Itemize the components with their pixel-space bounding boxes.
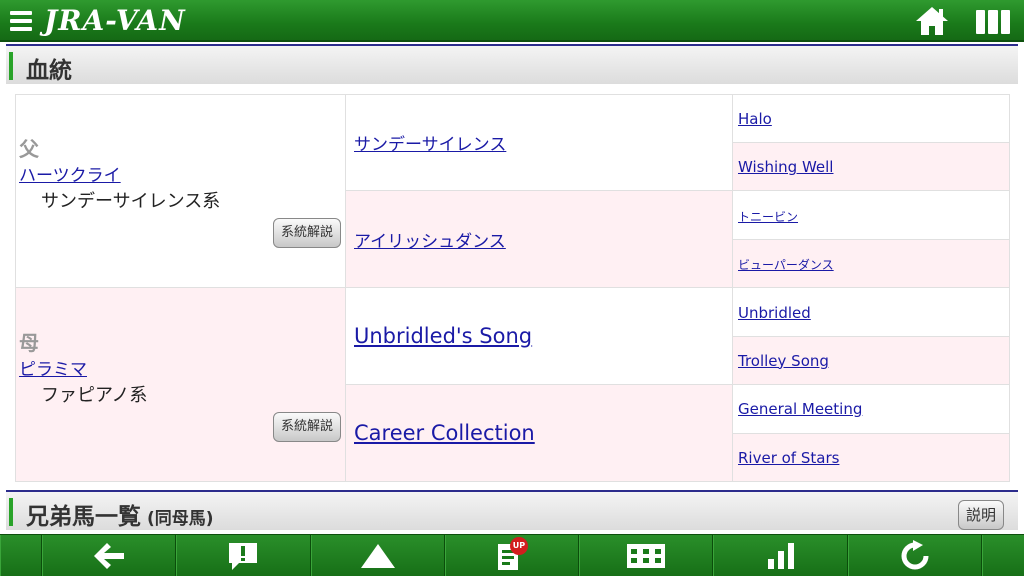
dam-dam-dam-link[interactable]: River of Stars: [738, 449, 839, 467]
chart-button[interactable]: [713, 535, 848, 576]
dam-line-text: ファピアノ系: [41, 384, 148, 406]
gen3-cell: トニービン: [732, 190, 1010, 241]
sire-dam-sire-link[interactable]: トニービン: [738, 210, 798, 224]
bottom-toolbar: UP: [0, 534, 1024, 576]
sire-relation-label: 父: [19, 137, 39, 162]
siblings-section-header: 兄弟馬一覧 (同母馬): [6, 490, 1018, 530]
sire-sire-sire-link[interactable]: Halo: [738, 110, 772, 128]
sire-name-link[interactable]: ハーツクライ: [19, 161, 121, 186]
sire-dam-dam-link[interactable]: ビューパーダンス: [738, 258, 834, 272]
pedigree-table: 父 ハーツクライ サンデーサイレンス系 系統解説 サンデーサイレンス Halo …: [15, 93, 1010, 483]
dam-sire-dam-link[interactable]: Trolley Song: [738, 352, 829, 370]
course-button[interactable]: [310, 535, 445, 576]
section-accent-bar: [9, 498, 13, 526]
section-accent-bar: [9, 52, 13, 80]
gen3-cell: Wishing Well: [732, 142, 1010, 192]
gen3-cell: River of Stars: [732, 432, 1010, 483]
sire-sire-link[interactable]: サンデーサイレンス: [354, 135, 506, 155]
pedigree-section-header: 血統: [6, 44, 1018, 84]
schedule-icon: [627, 543, 666, 568]
sire-sire-cell: サンデーサイレンス: [345, 93, 733, 192]
back-button[interactable]: [42, 535, 177, 576]
siblings-explain-button[interactable]: 説明: [958, 500, 1004, 530]
home-icon[interactable]: [914, 5, 950, 37]
back-arrow-icon: [94, 542, 125, 569]
dam-sire-cell: Unbridled's Song: [345, 287, 733, 385]
gen3-cell: Unbridled: [732, 287, 1010, 337]
dam-relation-label: 母: [19, 330, 39, 355]
siblings-title-text: 兄弟馬一覧: [26, 504, 141, 530]
sire-dam-cell: アイリッシュダンス: [345, 190, 733, 289]
toolbar-spacer: [0, 535, 42, 576]
sire-dam-link[interactable]: アイリッシュダンス: [354, 232, 506, 252]
refresh-button[interactable]: [847, 535, 982, 576]
alert-icon: [229, 542, 258, 570]
sire-line-explain-button[interactable]: 系統解説: [273, 218, 341, 249]
chart-icon: [767, 542, 794, 569]
dam-dam-cell: Career Collection: [345, 383, 733, 483]
dam-sire-link[interactable]: Unbridled's Song: [354, 324, 532, 348]
gen3-cell: Trolley Song: [732, 335, 1010, 385]
siblings-title: 兄弟馬一覧 (同母馬): [26, 497, 214, 531]
jra-van-logo[interactable]: JRA-VAN: [44, 4, 186, 37]
dam-dam-sire-link[interactable]: General Meeting: [738, 400, 862, 418]
sire-cell: 父 ハーツクライ サンデーサイレンス系 系統解説: [15, 93, 346, 289]
gen3-cell: ビューパーダンス: [732, 239, 1010, 289]
sire-sire-dam-link[interactable]: Wishing Well: [738, 158, 833, 176]
column-menu-icon[interactable]: [976, 10, 1010, 34]
alert-button[interactable]: [176, 535, 311, 576]
refresh-icon: [901, 539, 929, 569]
sire-line-text: サンデーサイレンス系: [41, 191, 221, 213]
up-badge: UP: [509, 536, 528, 555]
gen3-cell: Halo: [732, 93, 1010, 144]
schedule-button[interactable]: [579, 535, 714, 576]
toolbar-spacer: [981, 535, 1024, 576]
gen3-cell: General Meeting: [732, 383, 1010, 434]
news-button[interactable]: UP: [444, 535, 580, 576]
top-app-bar: JRA-VAN: [0, 0, 1024, 42]
dam-name-link[interactable]: ピラミマ: [19, 355, 87, 380]
section-title: 血統: [26, 58, 72, 84]
dam-line-explain-button[interactable]: 系統解説: [273, 411, 341, 442]
dam-dam-link[interactable]: Career Collection: [354, 421, 535, 445]
hamburger-menu-icon[interactable]: [10, 11, 32, 31]
siblings-subtitle: (同母馬): [147, 509, 214, 529]
course-icon: [360, 543, 395, 568]
news-icon-wrap: UP: [497, 536, 528, 571]
dam-sire-sire-link[interactable]: Unbridled: [738, 304, 811, 322]
dam-cell: 母 ピラミマ ファピアノ系 系統解説: [15, 287, 346, 482]
